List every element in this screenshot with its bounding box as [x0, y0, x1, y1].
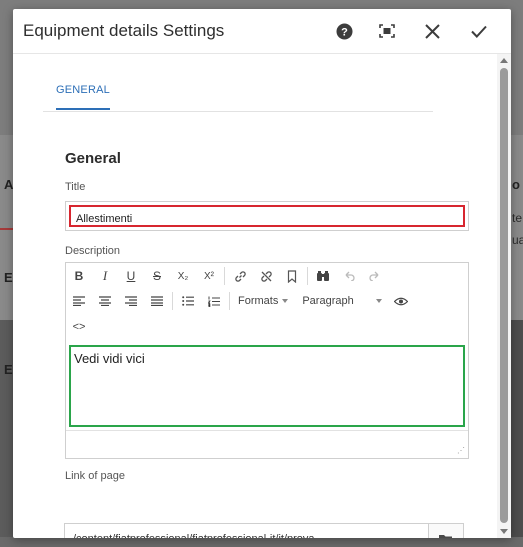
align-center-button[interactable]: [92, 290, 118, 312]
checkmark-icon: [471, 25, 487, 38]
scroll-up-arrow-icon[interactable]: [500, 58, 508, 63]
dialog-scrollbar[interactable]: [497, 54, 511, 538]
background-right-panel: [509, 320, 523, 547]
link-button[interactable]: [227, 265, 253, 287]
toolbar-row-3: <>: [66, 315, 92, 339]
title-input[interactable]: Allestimenti: [69, 205, 465, 227]
preview-button[interactable]: [388, 290, 414, 312]
numbered-list-button[interactable]: [201, 290, 227, 312]
fullscreen-button[interactable]: [376, 20, 398, 42]
background-red-underline: [0, 228, 14, 230]
find-replace-button[interactable]: [310, 265, 336, 287]
background-text: o: [512, 177, 520, 192]
chevron-down-icon: [282, 299, 289, 303]
background-text: E: [4, 270, 13, 285]
align-right-button[interactable]: [118, 290, 144, 312]
resize-handle[interactable]: ⋰: [457, 446, 465, 455]
italic-button[interactable]: I: [92, 265, 118, 287]
justify-icon: [151, 296, 163, 306]
anchor-icon: [287, 269, 297, 283]
svg-text:?: ?: [341, 26, 348, 38]
numbered-list-icon: [208, 296, 220, 307]
superscript-button[interactable]: X²: [196, 265, 222, 287]
align-left-button[interactable]: [66, 290, 92, 312]
browse-folder-icon: [438, 533, 454, 538]
background-bottom-bar: [0, 537, 523, 547]
bold-button[interactable]: B: [66, 265, 92, 287]
redo-button[interactable]: [362, 265, 388, 287]
section-title: General: [65, 150, 121, 167]
justify-button[interactable]: [144, 290, 170, 312]
fullscreen-icon: [379, 24, 395, 38]
tab-list: GENERAL: [43, 54, 433, 112]
undo-button[interactable]: [336, 265, 362, 287]
chevron-down-icon: [375, 299, 382, 303]
dialog-header: Equipment details Settings ?: [13, 9, 511, 54]
toolbar-separator: [224, 267, 225, 285]
source-edit-button[interactable]: <>: [66, 316, 92, 338]
link-label: Link of page: [65, 470, 125, 482]
settings-dialog: Equipment details Settings ? GENERAL Gen: [13, 9, 511, 538]
paragraph-dropdown[interactable]: Paragraph: [302, 295, 382, 307]
strikethrough-button[interactable]: S: [144, 265, 170, 287]
close-icon: [424, 23, 440, 39]
editor-divider: [66, 430, 468, 431]
background-text: A: [4, 177, 14, 192]
scroll-down-arrow-icon[interactable]: [500, 529, 508, 534]
background-text: ua: [512, 233, 523, 247]
formats-label: Formats: [238, 295, 279, 307]
toolbar-row-2: Formats Paragraph: [66, 289, 414, 313]
done-button[interactable]: [468, 20, 490, 42]
browse-path-button[interactable]: [429, 523, 464, 538]
link-path-input[interactable]: /content/fiatprofessional/fiatprofession…: [64, 523, 429, 538]
dialog-body: GENERAL General Title Allestimenti Descr…: [13, 54, 497, 538]
paragraph-label: Paragraph: [302, 295, 354, 307]
title-label: Title: [65, 181, 86, 193]
align-left-icon: [73, 296, 85, 306]
eye-icon: [393, 297, 408, 306]
link-icon: [234, 270, 247, 283]
close-button[interactable]: [421, 20, 443, 42]
underline-button[interactable]: U: [118, 265, 144, 287]
toolbar-separator: [172, 292, 173, 310]
anchor-button[interactable]: [279, 265, 305, 287]
unlink-button[interactable]: [253, 265, 279, 287]
help-button[interactable]: ?: [333, 20, 355, 42]
undo-icon: [343, 271, 355, 281]
title-field[interactable]: Allestimenti: [65, 201, 469, 231]
help-icon: ?: [336, 23, 353, 40]
bullet-list-icon: [182, 296, 194, 306]
description-editor[interactable]: Vedi vidi vici: [69, 345, 465, 427]
rich-text-editor: B I U S X₂ X² Formats Paragraph <> Vedi …: [65, 262, 469, 459]
toolbar-separator: [229, 292, 230, 310]
toolbar-separator: [307, 267, 308, 285]
dialog-title: Equipment details Settings: [23, 21, 225, 40]
redo-icon: [369, 271, 381, 281]
find-replace-icon: [316, 270, 330, 282]
background-text: te: [512, 211, 523, 225]
align-right-icon: [125, 296, 137, 306]
tab-general[interactable]: GENERAL: [56, 84, 110, 110]
bullet-list-button[interactable]: [175, 290, 201, 312]
subscript-button[interactable]: X₂: [170, 265, 196, 287]
description-label: Description: [65, 245, 121, 257]
background-text: E: [4, 362, 13, 377]
toolbar-row-1: B I U S X₂ X²: [66, 264, 388, 288]
formats-dropdown[interactable]: Formats: [238, 295, 289, 307]
unlink-icon: [260, 270, 273, 283]
align-center-icon: [99, 296, 111, 306]
scrollbar-thumb[interactable]: [500, 68, 508, 523]
